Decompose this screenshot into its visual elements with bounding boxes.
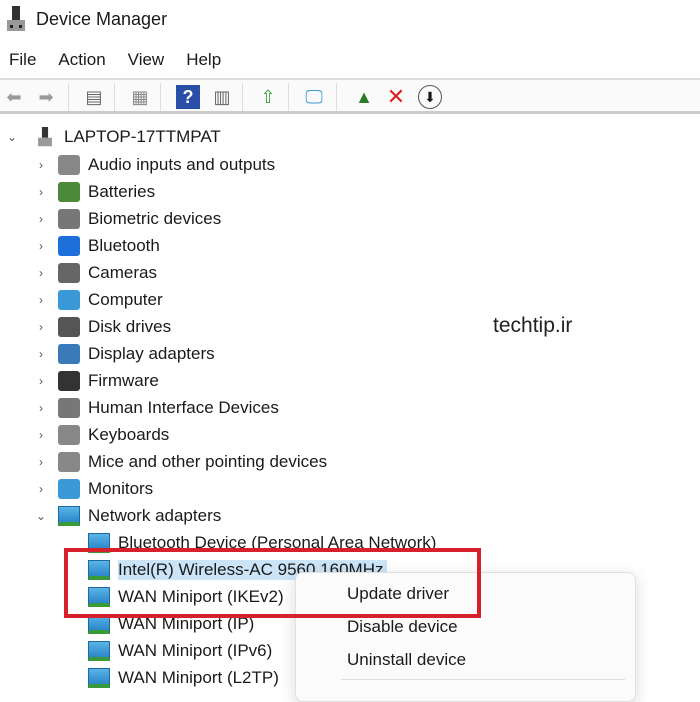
device-label: WAN Miniport (L2TP) — [118, 668, 279, 687]
chevron-down-icon[interactable]: ⌄ — [35, 509, 47, 523]
tree-category[interactable]: › Cameras — [35, 260, 157, 286]
device-item[interactable]: WAN Miniport (L2TP) — [88, 665, 283, 691]
tree-category[interactable]: › Biometric devices — [35, 206, 221, 232]
category-icon — [58, 182, 80, 202]
menu-help[interactable]: Help — [186, 50, 221, 70]
chevron-right-icon[interactable]: › — [35, 185, 47, 199]
category-icon — [58, 263, 80, 283]
tree-category[interactable]: › Human Interface Devices — [35, 395, 279, 421]
category-label: Cameras — [88, 263, 157, 282]
device-manager-icon — [7, 6, 25, 31]
menu-action[interactable]: Action — [58, 50, 105, 70]
category-label: Computer — [88, 290, 163, 309]
menu-file[interactable]: File — [9, 50, 36, 70]
window-title: Device Manager — [36, 9, 168, 29]
category-icon — [58, 371, 80, 391]
chevron-right-icon[interactable]: › — [35, 212, 47, 226]
chevron-down-icon[interactable]: ⌄ — [6, 130, 18, 144]
tree-category[interactable]: › Audio inputs and outputs — [35, 152, 275, 178]
category-icon — [58, 236, 80, 256]
category-icon — [58, 425, 80, 445]
context-disable-device[interactable]: Disable device — [347, 617, 458, 637]
tree-category[interactable]: › Computer — [35, 287, 163, 313]
chevron-right-icon[interactable]: › — [35, 266, 47, 280]
chevron-right-icon[interactable]: › — [35, 158, 47, 172]
tree-category[interactable]: › Monitors — [35, 476, 153, 502]
tree-category[interactable]: › Keyboards — [35, 422, 169, 448]
root-label: LAPTOP-17TTMPAT — [64, 127, 221, 146]
disable-device-icon[interactable]: ⬇ — [418, 85, 442, 109]
chevron-right-icon[interactable]: › — [35, 293, 47, 307]
network-adapter-icon — [88, 668, 110, 688]
category-label: Batteries — [88, 182, 156, 201]
category-icon — [58, 290, 80, 310]
category-icon — [58, 398, 80, 418]
category-icon — [58, 155, 80, 175]
context-uninstall-device[interactable]: Uninstall device — [347, 650, 466, 670]
category-label: Firmware — [88, 371, 159, 390]
watermark: techtip.ir — [493, 314, 573, 337]
forward-icon[interactable]: ➡ — [34, 85, 58, 109]
scan-hardware-icon[interactable]: 🖵 — [302, 85, 326, 109]
chevron-right-icon[interactable]: › — [35, 401, 47, 415]
chevron-right-icon[interactable]: › — [35, 455, 47, 469]
network-adapter-icon — [88, 641, 110, 661]
enable-device-icon[interactable]: ▲ — [352, 85, 376, 109]
category-label: Display adapters — [88, 344, 215, 363]
category-label: Disk drives — [88, 317, 172, 336]
menu-bar: File Action View Help — [0, 50, 234, 70]
device-label: WAN Miniport (IPv6) — [118, 641, 273, 660]
help-icon[interactable]: ? — [176, 85, 200, 109]
category-label: Mice and other pointing devices — [88, 452, 328, 471]
action-pane-icon[interactable]: ▥ — [210, 85, 234, 109]
menu-view[interactable]: View — [128, 50, 165, 70]
toolbar: ⬅ ➡ ▤ ▦ ? ▥ ⇧ 🖵 ▲ ✕ ⬇ — [0, 78, 700, 114]
category-label: Bluetooth — [88, 236, 160, 255]
update-driver-icon[interactable]: ⇧ — [256, 85, 280, 109]
tree-category[interactable]: › Batteries — [35, 179, 155, 205]
tree-category[interactable]: › Mice and other pointing devices — [35, 449, 327, 475]
category-label: Biometric devices — [88, 209, 222, 228]
tree-category[interactable]: › Bluetooth — [35, 233, 160, 259]
menu-separator — [341, 679, 625, 680]
category-label: Audio inputs and outputs — [88, 155, 276, 174]
category-label: Network adapters — [88, 506, 222, 525]
category-icon — [58, 452, 80, 472]
device-item[interactable]: WAN Miniport (IPv6) — [88, 638, 276, 664]
chevron-right-icon[interactable]: › — [35, 239, 47, 253]
tree-category[interactable]: › Display adapters — [35, 341, 215, 367]
tree-category[interactable]: › Disk drives — [35, 314, 171, 340]
computer-icon — [38, 127, 52, 147]
tree-category[interactable]: ⌄ Network adapters — [35, 503, 221, 529]
category-icon — [58, 506, 80, 526]
category-icon — [58, 317, 80, 337]
chevron-right-icon[interactable]: › — [35, 428, 47, 442]
highlight-box — [64, 548, 481, 618]
tree-category[interactable]: › Firmware — [35, 368, 159, 394]
chevron-right-icon[interactable]: › — [35, 374, 47, 388]
chevron-right-icon[interactable]: › — [35, 347, 47, 361]
category-icon — [58, 209, 80, 229]
category-icon — [58, 479, 80, 499]
chevron-right-icon[interactable]: › — [35, 320, 47, 334]
category-label: Keyboards — [88, 425, 170, 444]
category-label: Human Interface Devices — [88, 398, 279, 417]
category-label: Monitors — [88, 479, 154, 498]
tree-root[interactable]: ⌄ LAPTOP-17TTMPAT — [6, 124, 221, 150]
category-icon — [58, 344, 80, 364]
show-hide-console-tree-icon[interactable]: ▤ — [82, 85, 106, 109]
uninstall-icon[interactable]: ✕ — [384, 84, 408, 109]
chevron-right-icon[interactable]: › — [35, 482, 47, 496]
properties-icon[interactable]: ▦ — [128, 85, 152, 109]
back-icon[interactable]: ⬅ — [2, 85, 26, 109]
